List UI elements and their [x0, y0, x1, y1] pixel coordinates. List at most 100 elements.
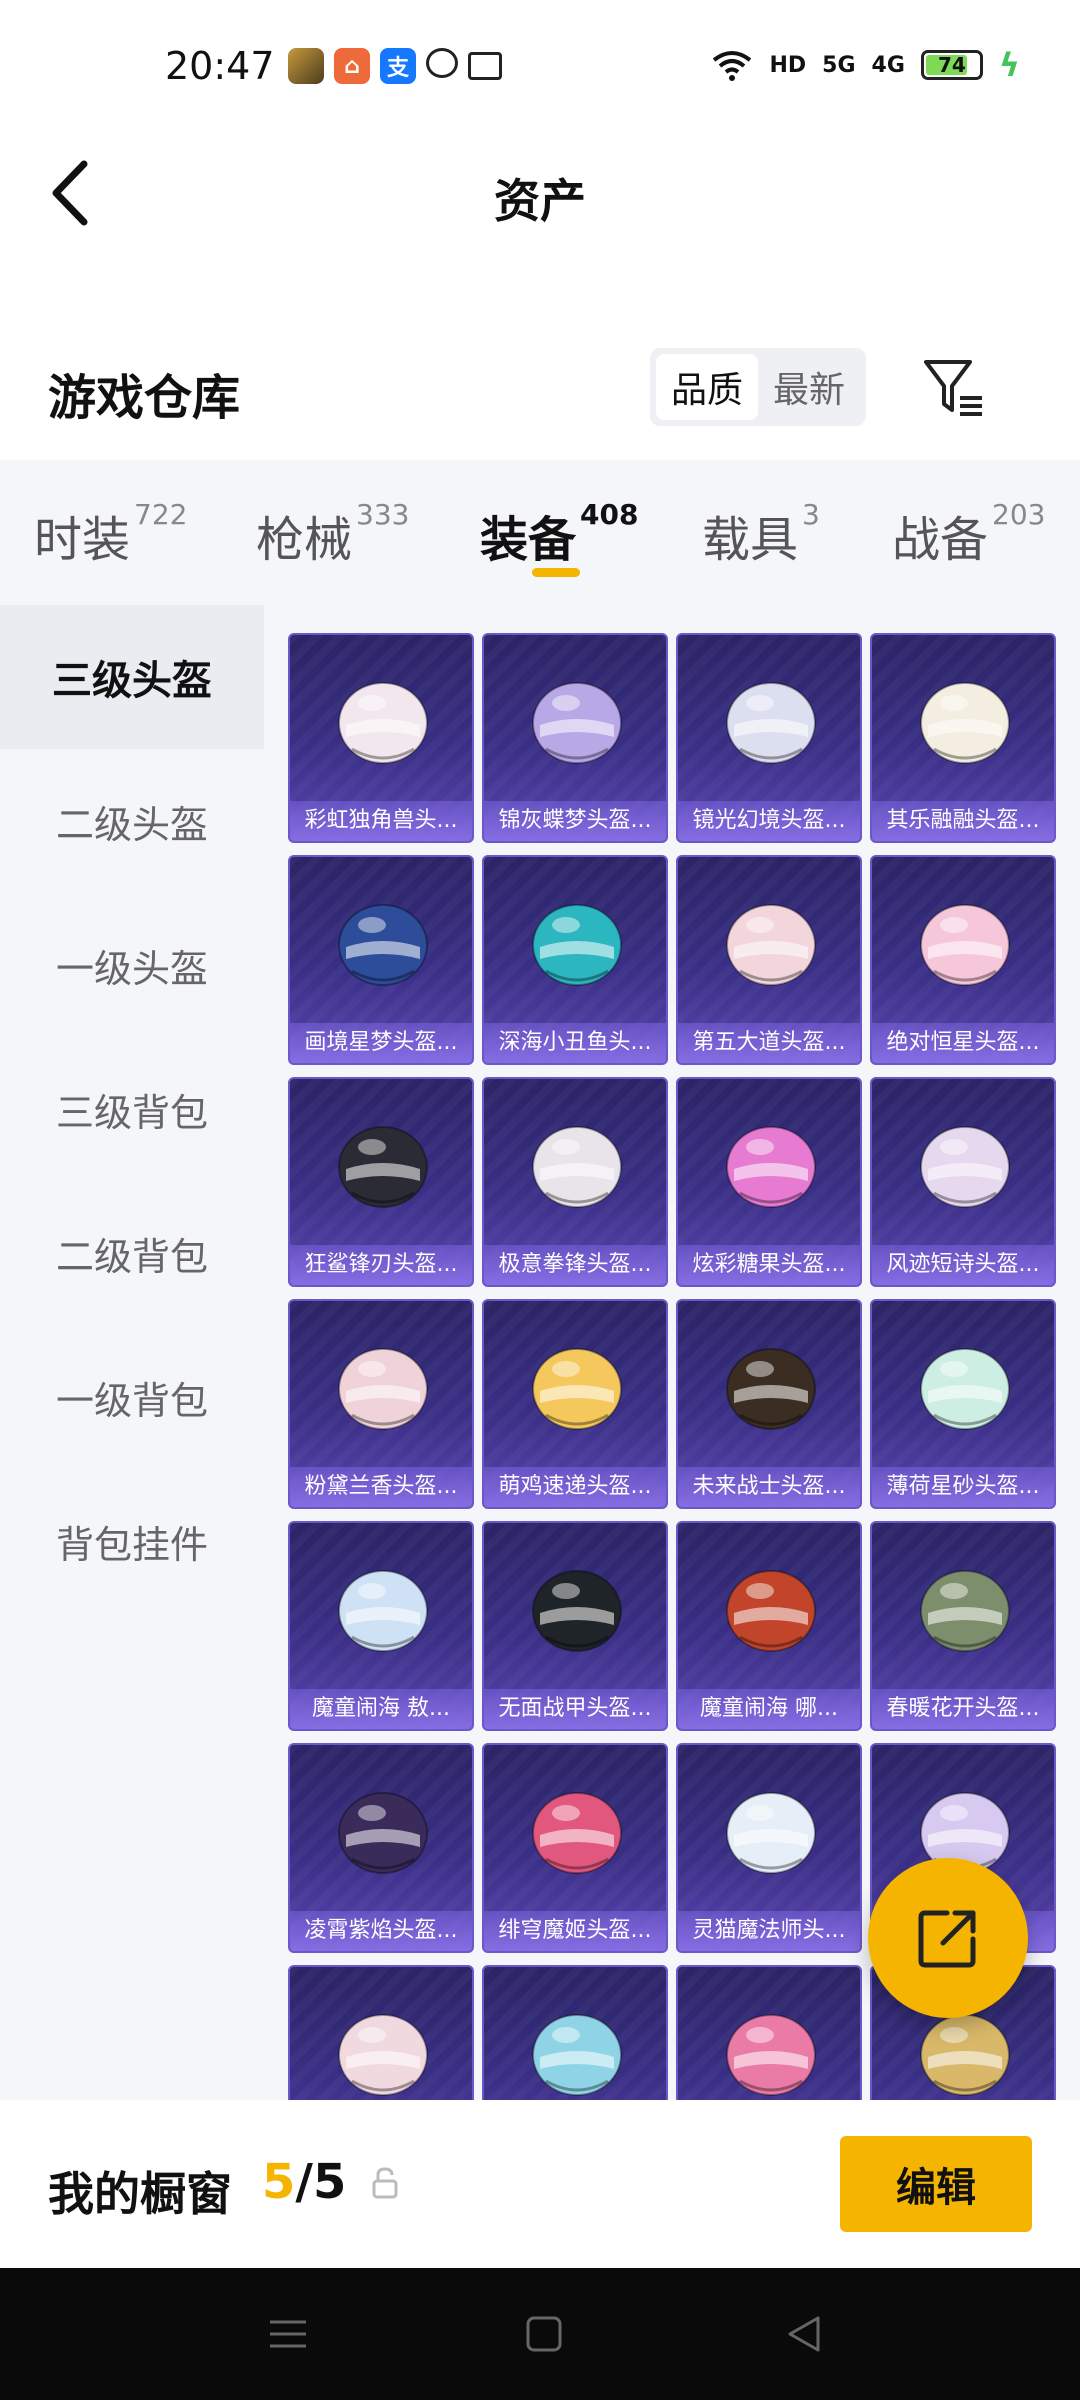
item-name: 萌鸡速递头盔...: [484, 1467, 666, 1507]
edit-button[interactable]: 编辑: [840, 2136, 1032, 2232]
item-name: 绝对恒星头盔...: [872, 1023, 1054, 1063]
share-icon: [918, 1910, 976, 1968]
item-card[interactable]: [288, 1965, 474, 2100]
item-name: 无面战甲头盔...: [484, 1689, 666, 1729]
helmet-icon: [720, 1773, 822, 1885]
category-tabs: 时装 722 枪械 333 装备 408 载具 3 战备 203: [0, 460, 1080, 605]
signal-5g: 5G: [822, 52, 856, 78]
tab-count: 3: [802, 498, 820, 531]
item-card[interactable]: 极意拳锋头盔...: [482, 1077, 668, 1287]
tab-supplies[interactable]: 战备 203: [892, 498, 1046, 570]
helmet-icon: [332, 663, 434, 775]
side-item-level3-backpack[interactable]: 三级背包: [0, 1037, 264, 1181]
showcase-total: 5: [312, 2154, 347, 2210]
wifi-icon: [713, 51, 752, 81]
side-item-level3-helmet[interactable]: 三级头盔: [0, 605, 264, 749]
side-item-level2-backpack[interactable]: 二级背包: [0, 1181, 264, 1325]
item-card[interactable]: 镜光幻境头盔...: [676, 633, 862, 843]
item-card[interactable]: [676, 1965, 862, 2100]
back-triangle-icon[interactable]: [780, 2310, 828, 2358]
item-card[interactable]: 绝对恒星头盔...: [870, 855, 1056, 1065]
showcase-used: 5: [262, 2154, 296, 2210]
sort-quality-button[interactable]: 品质: [656, 354, 758, 420]
message-icon: [468, 52, 502, 80]
side-item-backpack-charm[interactable]: 背包挂件: [0, 1469, 264, 1613]
item-card[interactable]: 魔童闹海 哪...: [676, 1521, 862, 1731]
helmet-icon: [914, 1329, 1016, 1441]
item-card[interactable]: 画境星梦头盔...: [288, 855, 474, 1065]
status-time: 20:47: [165, 44, 275, 88]
warehouse-header: 游戏仓库 品质 最新: [0, 330, 1080, 450]
helmet-icon: [914, 1107, 1016, 1219]
item-card[interactable]: 薄荷星砂头盔...: [870, 1299, 1056, 1509]
item-card[interactable]: 粉黛兰香头盔...: [288, 1299, 474, 1509]
helmet-icon: [332, 1773, 434, 1885]
tab-count: 722: [134, 498, 188, 531]
helmet-icon: [526, 1329, 628, 1441]
item-card[interactable]: 绯穹魔姬头盔...: [482, 1743, 668, 1953]
helmet-icon: [720, 1551, 822, 1663]
active-tab-indicator: [532, 568, 580, 577]
item-name: 风迹短诗头盔...: [872, 1245, 1054, 1285]
filter-button[interactable]: [920, 354, 986, 420]
item-card[interactable]: 深海小丑鱼头...: [482, 855, 668, 1065]
menu-icon[interactable]: [264, 2310, 312, 2358]
hd-badge: HD: [769, 52, 807, 78]
item-name: 春暖花开头盔...: [872, 1689, 1054, 1729]
showcase-label: 我的橱窗: [48, 2167, 232, 2221]
status-bar: 20:47 ⌂ 支 HD 5G 4G 74 ϟ: [0, 0, 1080, 135]
item-card[interactable]: 凌霄紫焰头盔...: [288, 1743, 474, 1953]
charging-icon: ϟ: [998, 46, 1020, 84]
notification-icons: ⌂ 支: [288, 48, 502, 84]
helmet-icon: [526, 885, 628, 997]
item-card[interactable]: 第五大道头盔...: [676, 855, 862, 1065]
item-name: 魔童闹海 哪...: [678, 1689, 860, 1729]
sort-newest-button[interactable]: 最新: [758, 354, 860, 420]
tab-fashion[interactable]: 时装 722: [34, 498, 188, 570]
item-card[interactable]: 无面战甲头盔...: [482, 1521, 668, 1731]
helmet-icon: [720, 663, 822, 775]
nav-bar: 资产: [0, 135, 1080, 250]
sort-toggle: 品质 最新: [650, 348, 866, 426]
item-card[interactable]: 未来战士头盔...: [676, 1299, 862, 1509]
item-name: 彩虹独角兽头...: [290, 801, 472, 841]
tab-vehicles[interactable]: 载具 3: [702, 498, 820, 570]
alipay-icon: 支: [380, 48, 416, 84]
item-card[interactable]: 萌鸡速递头盔...: [482, 1299, 668, 1509]
tab-equipment[interactable]: 装备 408: [480, 498, 638, 570]
item-card[interactable]: 魔童闹海 敖...: [288, 1521, 474, 1731]
showcase-bar: 我的橱窗 5/5 编辑: [0, 2100, 1080, 2268]
showcase-separator: /: [295, 2154, 313, 2210]
tab-weapons[interactable]: 枪械 333: [256, 498, 410, 570]
side-item-level1-backpack[interactable]: 一级背包: [0, 1325, 264, 1469]
chat-icon: [426, 48, 458, 78]
helmet-icon: [526, 663, 628, 775]
helmet-icon: [720, 1107, 822, 1219]
item-card[interactable]: 风迹短诗头盔...: [870, 1077, 1056, 1287]
item-card[interactable]: [482, 1965, 668, 2100]
item-card[interactable]: 彩虹独角兽头...: [288, 633, 474, 843]
item-name: 魔童闹海 敖...: [290, 1689, 472, 1729]
app-icon: ⌂: [334, 48, 370, 84]
tab-label: 枪械: [256, 512, 353, 568]
item-name: 镜光幻境头盔...: [678, 801, 860, 841]
warehouse-title: 游戏仓库: [48, 370, 241, 426]
helmet-icon: [526, 1995, 628, 2100]
item-card[interactable]: 灵猫魔法师头...: [676, 1743, 862, 1953]
item-card[interactable]: 锦灰蝶梦头盔...: [482, 633, 668, 843]
item-card[interactable]: 其乐融融头盔...: [870, 633, 1056, 843]
share-button[interactable]: [868, 1858, 1028, 2018]
item-card[interactable]: 狂鲨锋刃头盔...: [288, 1077, 474, 1287]
helmet-icon: [332, 1995, 434, 2100]
side-item-level2-helmet[interactable]: 二级头盔: [0, 749, 264, 893]
side-item-level1-helmet[interactable]: 一级头盔: [0, 893, 264, 1037]
item-card[interactable]: 炫彩糖果头盔...: [676, 1077, 862, 1287]
home-icon[interactable]: [520, 2310, 568, 2358]
helmet-icon: [332, 1329, 434, 1441]
item-card[interactable]: 春暖花开头盔...: [870, 1521, 1056, 1731]
helmet-icon: [332, 1107, 434, 1219]
tab-count: 333: [356, 498, 410, 531]
helmet-icon: [914, 885, 1016, 997]
helmet-icon: [720, 885, 822, 997]
tab-count: 203: [992, 498, 1046, 531]
